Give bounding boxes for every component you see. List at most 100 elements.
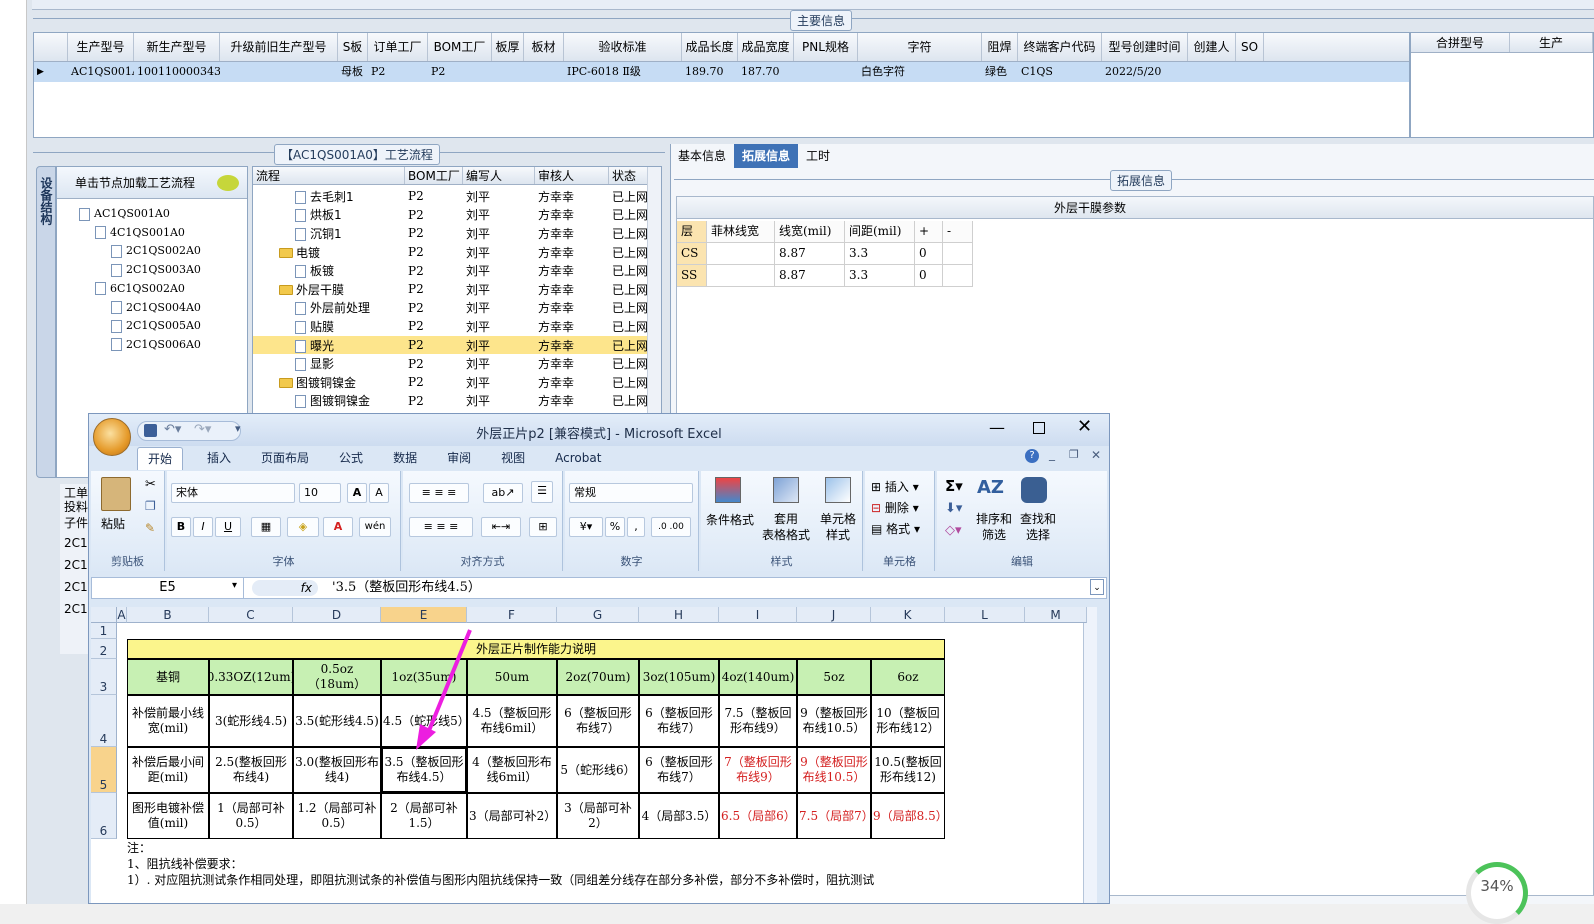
row-header[interactable]: 5 bbox=[91, 747, 117, 793]
cell-row6-8[interactable]: 7.5（局部7） bbox=[797, 793, 871, 839]
cell-row4-8[interactable]: 9（整板回形布线10.5） bbox=[797, 695, 871, 747]
cell-header-1[interactable]: 0.33OZ(12um) bbox=[209, 659, 293, 695]
cell-row6-3[interactable]: 2（局部可补1.5） bbox=[381, 793, 467, 839]
ribbon-tab-4[interactable]: 数据 bbox=[383, 447, 427, 470]
cell-row5-1[interactable]: 2.5(整板回形布线4) bbox=[209, 747, 293, 793]
decimal-icons[interactable]: .0 .00 bbox=[651, 517, 691, 537]
cell-row4-5[interactable]: 6（整板回形布线7） bbox=[557, 695, 639, 747]
cell-row4-0[interactable]: 补偿前最小线宽(mil) bbox=[127, 695, 209, 747]
cell-row4-9[interactable]: 10（整板回形布线12） bbox=[871, 695, 945, 747]
process-row[interactable]: 显影 P2 刘平 方幸幸 已上网 bbox=[253, 354, 661, 373]
col-header[interactable]: A bbox=[117, 607, 127, 623]
cell-row4-1[interactable]: 3(蛇形线4.5) bbox=[209, 695, 293, 747]
main-cell-7[interactable] bbox=[524, 62, 564, 82]
table-format-icon[interactable] bbox=[773, 477, 799, 503]
orientation-icon[interactable]: ab↗ bbox=[483, 483, 523, 503]
main-col-2[interactable]: 升级前旧生产型号 bbox=[220, 33, 338, 61]
col-header[interactable]: H bbox=[639, 607, 719, 623]
main-col-14[interactable]: 终端客户代码 bbox=[1018, 33, 1102, 61]
insert-function-icon[interactable]: fx bbox=[252, 580, 318, 596]
horizontal-align-icons[interactable]: ≡ ≡ ≡ bbox=[409, 517, 473, 537]
ext-cell[interactable]: CS bbox=[677, 243, 707, 265]
ext-cell[interactable]: 间距(mil) bbox=[845, 221, 915, 243]
cell-row5-5[interactable]: 5（蛇形线6） bbox=[557, 747, 639, 793]
main-cell-0[interactable]: AC1QS001A0 bbox=[68, 62, 134, 82]
cell-header-8[interactable]: 5oz bbox=[797, 659, 871, 695]
ext-cell[interactable]: 层 bbox=[677, 221, 707, 243]
main-cell-2[interactable] bbox=[220, 62, 338, 82]
tree-node[interactable]: 2C1QS005A0 bbox=[111, 319, 201, 333]
cell-row6-7[interactable]: 6.5（局部6） bbox=[719, 793, 797, 839]
tree-node[interactable]: 4C1QS001A0 bbox=[95, 226, 185, 240]
structure-tree[interactable]: AC1QS001A0 4C1QS001A0 2C1QS002A0 2C1QS003A0… bbox=[57, 199, 247, 379]
process-row[interactable]: 曝光 P2 刘平 方幸幸 已上网 bbox=[253, 335, 661, 355]
row-header[interactable]: 2 bbox=[91, 639, 117, 659]
process-row[interactable]: 外层干膜 P2 刘平 方幸幸 已上网 bbox=[253, 280, 661, 299]
select-all-corner[interactable] bbox=[91, 607, 117, 623]
main-cell-17[interactable] bbox=[1236, 62, 1264, 82]
find-select-label[interactable]: 查找和 选择 bbox=[1015, 511, 1061, 543]
cell-row6-0[interactable]: 图形电镀补偿值(mil) bbox=[127, 793, 209, 839]
ribbon-tab-3[interactable]: 公式 bbox=[329, 447, 373, 470]
main-col-12[interactable]: 字符 bbox=[858, 33, 982, 61]
merged-model-panel[interactable]: 合拼型号 生产 bbox=[1410, 32, 1594, 138]
main-col-10[interactable]: 成品宽度 bbox=[738, 33, 794, 61]
fill-icon[interactable]: ⬇▾ bbox=[945, 501, 962, 516]
ext-cell[interactable]: 8.87 bbox=[775, 243, 845, 265]
maximize-icon[interactable] bbox=[1033, 422, 1045, 434]
conditional-format-icon[interactable] bbox=[715, 477, 741, 503]
process-col-3[interactable]: 审核人 bbox=[535, 167, 609, 184]
number-format-select[interactable]: 常规 bbox=[569, 483, 693, 503]
col-header[interactable]: I bbox=[719, 607, 797, 623]
cell-row4-7[interactable]: 7.5（整板回形布线9） bbox=[719, 695, 797, 747]
process-grid[interactable]: 流程 BOM工厂 编写人 审核人 状态 去毛刺1 P2 刘平 方幸幸 已上网 烘板1 P2 刘平 方幸幸… bbox=[252, 166, 662, 414]
main-col-11[interactable]: PNL规格 bbox=[794, 33, 858, 61]
shrink-font-icon[interactable]: A bbox=[369, 483, 389, 503]
insert-cells-button[interactable]: ⊞ 插入 ▾ bbox=[871, 477, 920, 498]
ribbon-tab-6[interactable]: 视图 bbox=[491, 447, 535, 470]
main-cell-11[interactable] bbox=[794, 62, 858, 82]
row-header[interactable]: 4 bbox=[91, 695, 117, 747]
ribbon-restore-icon[interactable]: ❐ bbox=[1069, 448, 1079, 461]
process-row[interactable]: 板镀 P2 刘平 方幸幸 已上网 bbox=[253, 261, 661, 280]
cell-row6-4[interactable]: 3（局部可补2） bbox=[467, 793, 557, 839]
process-col-1[interactable]: BOM工厂 bbox=[405, 167, 463, 184]
main-col-3[interactable]: S板 bbox=[338, 33, 368, 61]
find-select-icon[interactable] bbox=[1021, 477, 1047, 503]
process-row[interactable]: 烘板1 P2 刘平 方幸幸 已上网 bbox=[253, 206, 661, 225]
formula-input[interactable]: '3.5（整板回形布线4.5） bbox=[332, 578, 481, 598]
cell-row4-6[interactable]: 6（整板回形布线7） bbox=[639, 695, 719, 747]
col-header[interactable]: C bbox=[209, 607, 293, 623]
cell-row6-1[interactable]: 1（局部可补0.5） bbox=[209, 793, 293, 839]
main-col-5[interactable]: BOM工厂 bbox=[428, 33, 492, 61]
main-col-15[interactable]: 型号创建时间 bbox=[1102, 33, 1188, 61]
phonetic-icon[interactable]: wén bbox=[359, 517, 391, 537]
indent-icons[interactable]: ⇤⇥ bbox=[481, 517, 521, 537]
table-format-label[interactable]: 套用 表格格式 bbox=[757, 511, 815, 543]
table-title[interactable]: 外层正片制作能力说明 bbox=[127, 639, 945, 659]
ext-cell[interactable]: 菲林线宽 bbox=[707, 221, 775, 243]
tree-node[interactable]: 2C1QS006A0 bbox=[111, 338, 201, 352]
col-header[interactable]: L bbox=[945, 607, 1025, 623]
main-info-row[interactable]: ▶AC1QS001A010011000034395母板P2P2IPC-6018 … bbox=[34, 62, 1409, 82]
row-header[interactable]: 1 bbox=[91, 623, 117, 639]
main-col-7[interactable]: 板材 bbox=[524, 33, 564, 61]
ext-param-grid[interactable]: 层菲林线宽 线宽(mil) 间距(mil) + - CS 8.87 3.3 0 SS 8.87 3.3… bbox=[677, 221, 1593, 287]
main-cell-12[interactable]: 白色字符 bbox=[858, 62, 982, 82]
cell-header-2[interactable]: 0.5oz（18um） bbox=[293, 659, 381, 695]
cell-header-6[interactable]: 3oz(105um) bbox=[639, 659, 719, 695]
sort-filter-label[interactable]: 排序和 筛选 bbox=[971, 511, 1017, 543]
ribbon-tab-1[interactable]: 插入 bbox=[197, 447, 241, 470]
main-col-9[interactable]: 成品长度 bbox=[682, 33, 738, 61]
tree-node[interactable]: 2C1QS002A0 bbox=[111, 244, 201, 258]
ribbon-min-icon[interactable]: _ bbox=[1049, 447, 1055, 461]
cell-header-9[interactable]: 6oz bbox=[871, 659, 945, 695]
col-header[interactable]: K bbox=[871, 607, 945, 623]
font-name-select[interactable]: 宋体 bbox=[171, 483, 295, 503]
process-col-2[interactable]: 编写人 bbox=[463, 167, 535, 184]
ext-grid-row[interactable]: SS 8.87 3.3 0 bbox=[677, 265, 1593, 287]
ext-cell[interactable] bbox=[943, 243, 973, 265]
ext-cell[interactable]: 3.3 bbox=[845, 265, 915, 287]
process-row[interactable]: 图镀铜镍金 P2 刘平 方幸幸 已上网 bbox=[253, 392, 661, 411]
row-header[interactable]: 6 bbox=[91, 793, 117, 839]
